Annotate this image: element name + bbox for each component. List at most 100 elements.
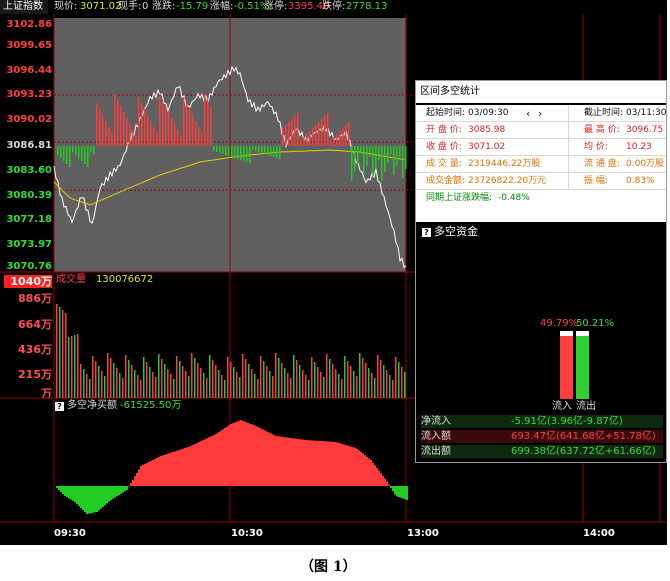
- volume-bar: [224, 380, 226, 398]
- volume-bar: [266, 366, 268, 398]
- volume-bar: [116, 368, 118, 398]
- outflow-pct: 50.21%: [576, 318, 615, 329]
- long-bar: [147, 115, 149, 146]
- prev-arrow-icon[interactable]: ‹: [526, 105, 530, 122]
- netbuy-positive-bar: [360, 452, 362, 486]
- netbuy-positive-bar: [222, 429, 224, 486]
- netbuy-positive-bar: [142, 465, 144, 486]
- netbuy-positive-bar: [190, 446, 192, 486]
- long-bar: [144, 109, 146, 146]
- long-bar: [195, 121, 197, 146]
- netbuy-positive-bar: [250, 424, 252, 486]
- long-bar: [207, 100, 209, 146]
- short-bar: [366, 146, 368, 166]
- volume-bar: [131, 365, 133, 398]
- volume-bar: [269, 371, 271, 398]
- long-bar: [285, 125, 287, 146]
- short-bar: [381, 146, 383, 181]
- range-stats-panel[interactable]: 区间多空统计 起始时间: 03/09:30 ‹ › 截止时间: 03/11:30…: [415, 80, 667, 463]
- netbuy-negative-bar: [60, 486, 62, 492]
- netbuy-positive-bar: [268, 432, 270, 486]
- stats-row-open: 开 盘 价: 3085.98 最 高 价: 3096.75: [416, 122, 666, 139]
- stats-row-period: 同期上证涨跌幅: -0.48%: [416, 190, 666, 207]
- help-icon[interactable]: ?: [422, 228, 431, 237]
- netbuy-positive-bar: [230, 424, 232, 486]
- netbuy-positive-bar: [300, 439, 302, 486]
- short-bar: [402, 146, 404, 178]
- netbuy-positive-bar: [388, 484, 390, 486]
- volume-bar: [89, 379, 91, 398]
- volume-bar: [290, 378, 292, 398]
- long-bar: [345, 125, 347, 146]
- volume-bar: [332, 364, 334, 398]
- netbuy-positive-bar: [148, 462, 150, 486]
- next-arrow-icon[interactable]: ›: [538, 105, 542, 122]
- long-bar: [117, 100, 119, 146]
- netbuy-positive-bar: [296, 438, 298, 486]
- netbuy-negative-bar: [92, 486, 94, 513]
- short-bar: [87, 146, 89, 167]
- short-bar: [84, 146, 86, 164]
- netbuy-positive-bar: [340, 443, 342, 486]
- netbuy-negative-bar: [390, 486, 392, 488]
- short-bar: [369, 146, 371, 157]
- long-bar: [174, 124, 176, 146]
- netbuy-positive-bar: [282, 436, 284, 486]
- netbuy-positive-bar: [138, 469, 140, 486]
- netbuy-negative-bar: [124, 486, 126, 492]
- netbuy-positive-bar: [132, 479, 134, 486]
- netbuy-positive-bar: [330, 441, 332, 486]
- volume-bar: [158, 354, 160, 398]
- netbuy-positive-bar: [210, 436, 212, 486]
- volume-bar: [128, 360, 130, 398]
- netbuy-positive-bar: [242, 420, 244, 486]
- long-bar: [333, 137, 335, 146]
- volume-bar: [299, 365, 301, 398]
- volume-bar: [206, 378, 208, 398]
- netbuy-negative-bar: [404, 486, 406, 500]
- volume-bar: [203, 373, 205, 398]
- volume-bar: [311, 357, 313, 398]
- short-bar: [405, 146, 407, 169]
- volume-bar: [404, 372, 406, 398]
- volume-bar: [341, 379, 343, 398]
- volume-bar: [134, 370, 136, 398]
- volume-bar: [350, 366, 352, 398]
- volume-bar: [383, 365, 385, 398]
- long-bar: [339, 131, 341, 146]
- volume-bar: [356, 376, 358, 398]
- netbuy-negative-bar: [100, 486, 102, 509]
- netbuy-positive-bar: [214, 434, 216, 486]
- netbuy-negative-bar: [402, 486, 404, 499]
- long-bar: [159, 94, 161, 146]
- volume-bar: [296, 360, 298, 398]
- netbuy-positive-bar: [312, 440, 314, 486]
- netbuy-positive-bar: [180, 449, 182, 486]
- long-bar: [318, 122, 320, 146]
- volume-bar: [389, 375, 391, 398]
- volume-bar: [380, 360, 382, 398]
- netbuy-positive-bar: [216, 433, 218, 486]
- short-bar: [375, 146, 377, 169]
- volume-bar: [305, 375, 307, 398]
- netbuy-positive-bar: [352, 447, 354, 486]
- netbuy-positive-bar: [254, 425, 256, 486]
- netbuy-negative-bar: [76, 486, 78, 504]
- long-bar: [165, 106, 167, 146]
- netbuy-negative-bar: [128, 486, 130, 487]
- period-label: 同期上证涨跌幅:: [426, 193, 493, 203]
- volume-bar: [239, 377, 241, 398]
- netbuy-positive-bar: [284, 437, 286, 486]
- long-bar: [198, 127, 200, 146]
- netbuy-positive-bar: [166, 454, 168, 486]
- short-bar: [354, 146, 356, 172]
- netbuy-positive-bar: [224, 428, 226, 486]
- netbuy-positive-bar: [182, 448, 184, 486]
- short-bar: [399, 146, 401, 157]
- netbuy-positive-bar: [290, 438, 292, 486]
- long-bar: [303, 137, 305, 146]
- netbuy-negative-bar: [66, 486, 68, 498]
- volume-bar: [86, 374, 88, 398]
- long-bar: [168, 112, 170, 146]
- netbuy-positive-bar: [258, 427, 260, 486]
